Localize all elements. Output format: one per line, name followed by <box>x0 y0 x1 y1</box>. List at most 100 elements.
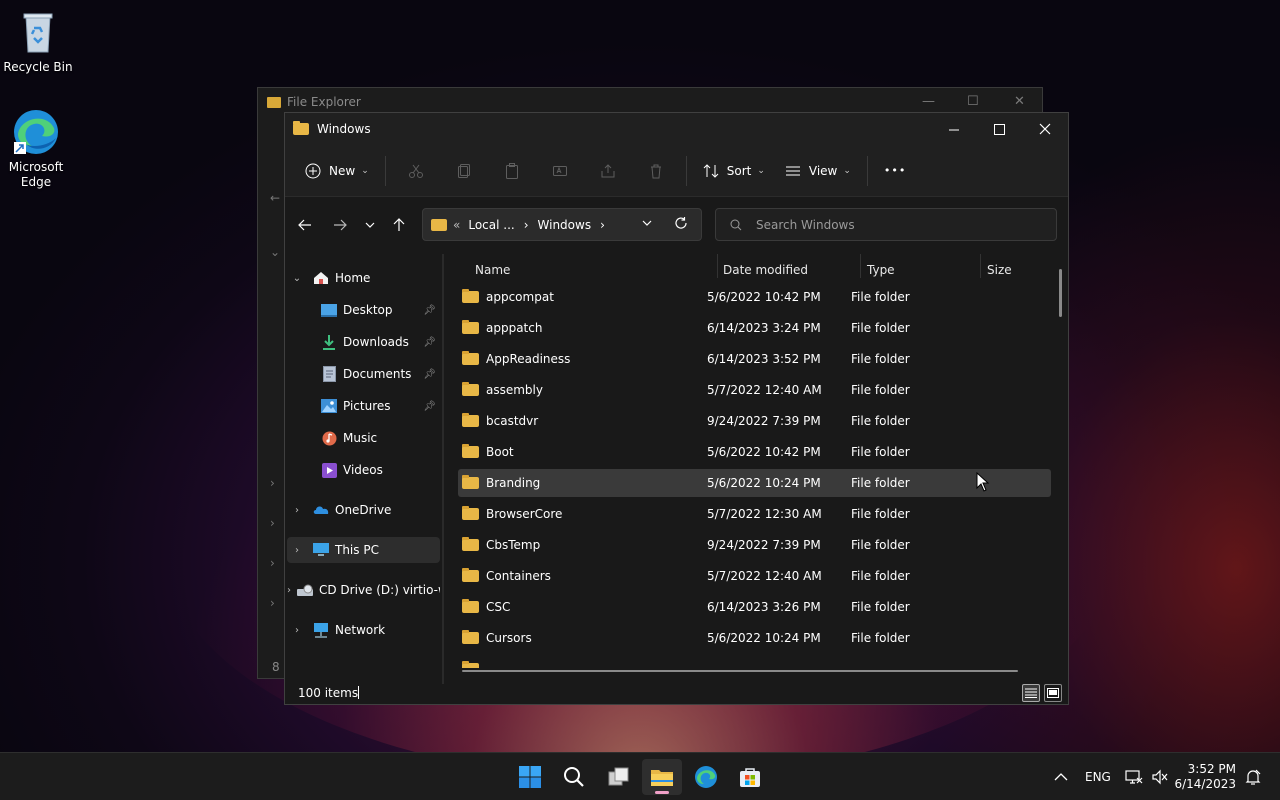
file-row-partial[interactable] <box>458 655 1051 668</box>
sidebar-item-cd-drive[interactable]: › CD Drive (D:) virtio-w <box>287 577 440 603</box>
overflow-chevron-icon[interactable]: « <box>453 218 460 232</box>
taskbar-edge[interactable] <box>686 759 726 795</box>
chevron-right-icon[interactable]: › <box>287 625 307 636</box>
language-label: ENG <box>1085 770 1111 784</box>
active-indicator <box>655 791 669 794</box>
sidebar-item-desktop[interactable]: Desktop 📌︎ <box>287 297 440 323</box>
file-row[interactable]: bcastdvr 9/24/2022 7:39 PM File folder <box>458 407 1051 435</box>
close-button[interactable] <box>1022 113 1068 145</box>
network-status-button[interactable] <box>1125 753 1143 800</box>
details-view-button[interactable] <box>1022 684 1040 702</box>
column-divider[interactable] <box>980 254 981 278</box>
notifications-button[interactable] <box>1244 753 1262 800</box>
maximize-icon[interactable]: ☐ <box>967 94 979 109</box>
sidebar-item-home[interactable]: ⌄ Home <box>287 265 440 291</box>
up-button[interactable] <box>387 213 411 237</box>
share-button[interactable] <box>584 155 632 187</box>
edge-icon <box>12 108 60 156</box>
file-row[interactable]: BrowserCore 5/7/2022 12:30 AM File folde… <box>458 500 1051 528</box>
tiles-view-button[interactable] <box>1044 684 1062 702</box>
chevron-down-icon[interactable]: ⌄ <box>287 273 307 284</box>
column-header-date[interactable]: Date modified <box>723 263 808 277</box>
file-type: File folder <box>851 600 910 614</box>
column-header-size[interactable]: Size <box>987 263 1012 277</box>
column-headers: Name ⌃ Date modified Type Size <box>445 254 1068 282</box>
address-bar[interactable]: « Local ... › Windows › <box>422 208 702 241</box>
file-row[interactable]: Boot 5/6/2022 10:42 PM File folder <box>458 438 1051 466</box>
breadcrumb-local[interactable]: Local ... <box>468 218 514 232</box>
maximize-button[interactable] <box>976 113 1022 145</box>
file-row[interactable]: AppReadiness 6/14/2023 3:52 PM File fold… <box>458 345 1051 373</box>
column-divider[interactable] <box>717 254 718 278</box>
file-row[interactable]: appcompat 5/6/2022 10:42 PM File folder <box>458 283 1051 311</box>
refresh-icon[interactable] <box>674 216 688 233</box>
file-name: Containers <box>486 569 551 583</box>
share-icon <box>601 163 615 177</box>
cut-button[interactable] <box>392 155 440 187</box>
toolbar-divider <box>384 155 386 186</box>
taskbar-search-button[interactable] <box>554 759 594 795</box>
column-divider[interactable] <box>860 254 861 278</box>
chevron-right-icon[interactable]: › <box>287 545 307 556</box>
chevron-right-icon[interactable]: › <box>287 505 307 516</box>
folder-icon <box>462 599 479 613</box>
sidebar-item-network[interactable]: › Network <box>287 617 440 643</box>
sidebar-item-onedrive[interactable]: › OneDrive <box>287 497 440 523</box>
sidebar-item-pictures[interactable]: Pictures 📌︎ <box>287 393 440 419</box>
back-arrow-icon[interactable]: ← <box>270 191 280 205</box>
back-button[interactable] <box>293 213 317 237</box>
file-name: BrowserCore <box>486 507 563 521</box>
taskbar-store[interactable] <box>730 759 770 795</box>
pane-divider[interactable] <box>442 254 444 684</box>
network-icon <box>1125 770 1143 784</box>
address-dropdown-icon[interactable] <box>641 217 653 232</box>
file-explorer-window[interactable]: Windows New ⌄ Sort ⌄ View ⌄ ••• « Local … <box>284 112 1069 705</box>
file-row[interactable]: CSC 6/14/2023 3:26 PM File folder <box>458 593 1051 621</box>
column-header-type[interactable]: Type <box>867 263 895 277</box>
edge-label: Microsoft Edge <box>8 160 64 189</box>
file-row[interactable]: Containers 5/7/2022 12:40 AM File folder <box>458 562 1051 590</box>
file-row[interactable]: CbsTemp 9/24/2022 7:39 PM File folder <box>458 531 1051 559</box>
paste-button[interactable] <box>488 155 536 187</box>
task-view-button[interactable] <box>599 759 639 795</box>
taskbar-file-explorer[interactable] <box>642 759 682 795</box>
copy-button[interactable] <box>440 155 488 187</box>
minimize-icon[interactable]: — <box>922 94 935 109</box>
recent-locations-button[interactable] <box>358 213 382 237</box>
view-button[interactable]: View ⌄ <box>775 155 861 187</box>
sort-button[interactable]: Sort ⌄ <box>693 155 775 187</box>
more-options-button[interactable]: ••• <box>874 155 916 187</box>
vertical-scrollbar[interactable] <box>1059 269 1062 317</box>
folder-icon <box>462 475 479 489</box>
column-header-name[interactable]: Name <box>475 263 510 277</box>
sidebar-item-videos[interactable]: Videos <box>287 457 440 483</box>
new-button[interactable]: New ⌄ <box>295 155 379 187</box>
sidebar-item-downloads[interactable]: Downloads 📌︎ <box>287 329 440 355</box>
forward-button[interactable] <box>328 213 352 237</box>
desktop-icon-edge[interactable]: Microsoft Edge <box>0 108 74 190</box>
show-hidden-icons-button[interactable] <box>1054 753 1068 800</box>
language-indicator[interactable]: ENG <box>1085 753 1111 800</box>
breadcrumb-windows[interactable]: Windows <box>538 218 592 232</box>
clock[interactable]: 3:52 PM 6/14/2023 <box>1174 762 1236 792</box>
minimize-button[interactable] <box>931 113 977 145</box>
window-titlebar[interactable]: Windows <box>285 113 1068 145</box>
rename-button[interactable] <box>536 155 584 187</box>
file-name: Branding <box>486 476 541 490</box>
close-icon[interactable]: ✕ <box>1014 94 1025 109</box>
file-row-selected[interactable]: Branding 5/6/2022 10:24 PM File folder <box>458 469 1051 497</box>
file-row[interactable]: apppatch 6/14/2023 3:24 PM File folder <box>458 314 1051 342</box>
file-row[interactable]: Cursors 5/6/2022 10:24 PM File folder <box>458 624 1051 652</box>
volume-button[interactable] <box>1151 753 1169 800</box>
chevron-right-icon[interactable]: › <box>287 585 291 596</box>
desktop-icon-recycle-bin[interactable]: Recycle Bin <box>0 8 76 75</box>
sidebar-item-this-pc[interactable]: › This PC <box>287 537 440 563</box>
search-box[interactable]: Search Windows <box>715 208 1057 241</box>
delete-button[interactable] <box>632 155 680 187</box>
start-button[interactable] <box>510 759 550 795</box>
horizontal-scrollbar[interactable] <box>462 670 1018 672</box>
sidebar-item-music[interactable]: Music <box>287 425 440 451</box>
sidebar-item-documents[interactable]: Documents 📌︎ <box>287 361 440 387</box>
file-name: CbsTemp <box>486 538 541 552</box>
file-row[interactable]: assembly 5/7/2022 12:40 AM File folder <box>458 376 1051 404</box>
